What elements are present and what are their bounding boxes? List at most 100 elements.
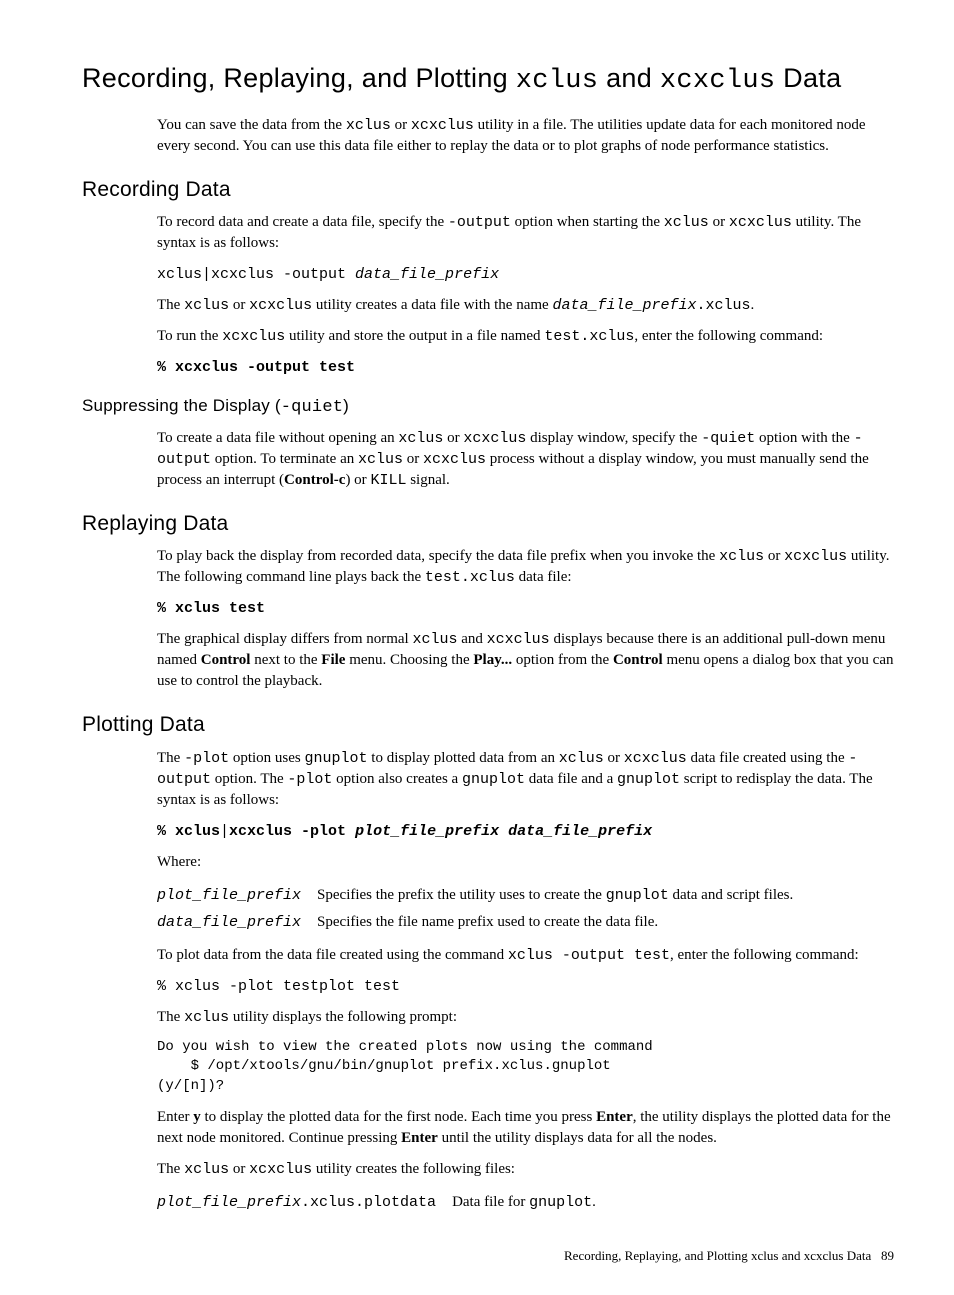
bold: y [193, 1109, 201, 1125]
text: ) [343, 396, 349, 415]
text: option also creates a [332, 771, 462, 787]
code: -plot [287, 771, 332, 788]
text: , enter the following command: [670, 947, 859, 963]
code: xclus [398, 430, 443, 447]
title-text: Data [775, 63, 841, 93]
table-row: data_file_prefix Specifies the file name… [157, 910, 809, 937]
text: The [157, 750, 184, 766]
table-row: plot_file_prefix Specifies the prefix th… [157, 883, 809, 910]
text: The graphical display differs from norma… [157, 631, 412, 647]
code: KILL [370, 472, 406, 489]
title-text: Recording, Replaying, and Plotting [82, 63, 516, 93]
term: plot_file_prefix [157, 883, 317, 910]
text: display window, specify the [526, 430, 701, 446]
page-number: 89 [881, 1248, 894, 1263]
text: data and script files. [669, 887, 794, 903]
code-block: Do you wish to view the created plots no… [157, 1038, 894, 1097]
bold: Control-c [284, 472, 345, 488]
text: You can save the data from the [157, 117, 346, 133]
text: option. The [211, 771, 287, 787]
definition: Specifies the prefix the utility uses to… [317, 883, 809, 910]
code: xclus [664, 214, 709, 231]
code: xcxclus [784, 548, 847, 565]
code: % xclus [157, 823, 220, 840]
code-italic: plot_file_prefix data_file_prefix [355, 823, 652, 840]
code: xcxclus [729, 214, 792, 231]
text: option uses [229, 750, 304, 766]
text: option when starting the [511, 214, 664, 230]
text: data file and a [525, 771, 617, 787]
paragraph: The xclus utility displays the following… [157, 1007, 894, 1028]
term: data_file_prefix [157, 910, 317, 937]
text: next to the [250, 652, 321, 668]
text: signal. [406, 472, 449, 488]
text: To plot data from the data file created … [157, 947, 508, 963]
definition: Specifies the file name prefix used to c… [317, 910, 809, 937]
code: xcxclus [487, 631, 550, 648]
code: | [220, 823, 229, 840]
text: or [709, 214, 729, 230]
text: until the utility displays data for all … [438, 1130, 717, 1146]
text: To play back the display from recorded d… [157, 548, 719, 564]
text: . [750, 297, 754, 313]
paragraph: The xclus or xcxclus utility creates the… [157, 1159, 894, 1180]
text: . [592, 1194, 596, 1210]
text: utility creates the following files: [312, 1161, 515, 1177]
code: xcxclus [249, 1161, 312, 1178]
code: xcxclus [624, 750, 687, 767]
text: The [157, 1009, 184, 1025]
text: or [229, 1161, 249, 1177]
text: option with the [755, 430, 853, 446]
bold: Play... [473, 652, 512, 668]
text: option from the [512, 652, 613, 668]
code: xcxclus [423, 451, 486, 468]
section-suppressing-display: Suppressing the Display (-quiet) [82, 394, 894, 420]
section-replaying-data: Replaying Data [82, 509, 894, 538]
command: % xclus -plot testplot test [157, 976, 894, 997]
code-italic: plot_file_prefix [157, 1194, 301, 1211]
text: to display the plotted data for the firs… [201, 1109, 596, 1125]
paragraph: The xclus or xcxclus utility creates a d… [157, 295, 894, 316]
text: To record data and create a data file, s… [157, 214, 448, 230]
bold: Enter [401, 1130, 438, 1146]
code: -output [448, 214, 511, 231]
bold: File [321, 652, 345, 668]
section-plotting-data: Plotting Data [82, 710, 894, 739]
definition: Data file for gnuplot. [452, 1190, 612, 1217]
code: gnuplot [606, 887, 669, 904]
title-code: xcxclus [660, 66, 776, 96]
text: The [157, 1161, 184, 1177]
syntax-line: xclus|xcxclus -output data_file_prefix [157, 264, 894, 285]
code: xclus|xcxclus -output [157, 266, 355, 283]
code: xcxclus [222, 328, 285, 345]
definition-table: plot_file_prefix Specifies the prefix th… [157, 883, 809, 937]
command: % xcxclus -output test [157, 357, 894, 378]
page-title: Recording, Replaying, and Plotting xclus… [82, 60, 894, 101]
term: plot_file_prefix.xclus.plotdata [157, 1190, 452, 1217]
code: gnuplot [617, 771, 680, 788]
code: xclus [346, 117, 391, 134]
text: to display plotted data from an [368, 750, 559, 766]
table-row: plot_file_prefix.xclus.plotdata Data fil… [157, 1190, 612, 1217]
text: or [443, 430, 463, 446]
paragraph: To play back the display from recorded d… [157, 546, 894, 588]
intro-paragraph: You can save the data from the xclus or … [157, 115, 894, 157]
code-italic: data_file_prefix [355, 266, 499, 283]
code: xcxclus -plot [229, 823, 355, 840]
text: or [229, 297, 249, 313]
code: xcxclus [249, 297, 312, 314]
bold: Enter [596, 1109, 633, 1125]
text: or [604, 750, 624, 766]
bold: Control [613, 652, 663, 668]
text: Specifies the prefix the utility uses to… [317, 887, 606, 903]
text: option. To terminate an [211, 451, 358, 467]
text: data file created using the [687, 750, 849, 766]
footer-text: Recording, Replaying, and Plotting xclus… [564, 1248, 871, 1263]
text: To run the [157, 328, 222, 344]
code: xcxclus [463, 430, 526, 447]
code: .xclus [696, 297, 750, 314]
code: -plot [184, 750, 229, 767]
text: , enter the following command: [634, 328, 823, 344]
text: Suppressing the Display ( [82, 396, 281, 415]
text: ) or [345, 472, 370, 488]
